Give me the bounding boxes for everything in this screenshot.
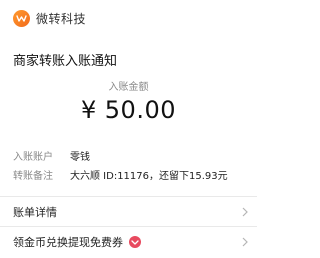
- detail-row-account: 入账账户 零钱: [13, 151, 90, 165]
- promo-label: 领金币兑换提现免费券: [13, 236, 123, 249]
- gift-icon: [129, 236, 141, 248]
- amount-label: 入账金额: [108, 82, 149, 93]
- amount-value: 50.00: [104, 96, 176, 124]
- brand-logo-icon: [13, 10, 30, 27]
- notice-title: 商家转账入账通知: [13, 54, 118, 69]
- promo-coupon-link[interactable]: 领金币兑换提现免费券: [13, 227, 249, 257]
- detail-value: 大六顺 ID:11176，还留下15.93元: [70, 171, 228, 182]
- bill-details-link[interactable]: 账单详情: [13, 197, 249, 227]
- detail-label: 入账账户: [13, 152, 53, 163]
- detail-value: 零钱: [70, 152, 90, 163]
- header: 微转科技: [0, 0, 257, 37]
- chevron-right-icon: [242, 207, 248, 217]
- amount-display: ¥50.00: [0, 96, 257, 124]
- bill-details-label: 账单详情: [13, 206, 57, 219]
- detail-label: 转账备注: [13, 171, 53, 182]
- notification-card: 微转科技 商家转账入账通知 入账金额 ¥50.00 入账账户 零钱 转账备注 大六顺…: [0, 0, 257, 258]
- currency-symbol: ¥: [81, 96, 97, 124]
- brand-name: 微转科技: [36, 12, 87, 26]
- chevron-right-icon: [242, 237, 248, 247]
- detail-row-remark: 转账备注 大六顺 ID:11176，还留下15.93元: [13, 170, 228, 184]
